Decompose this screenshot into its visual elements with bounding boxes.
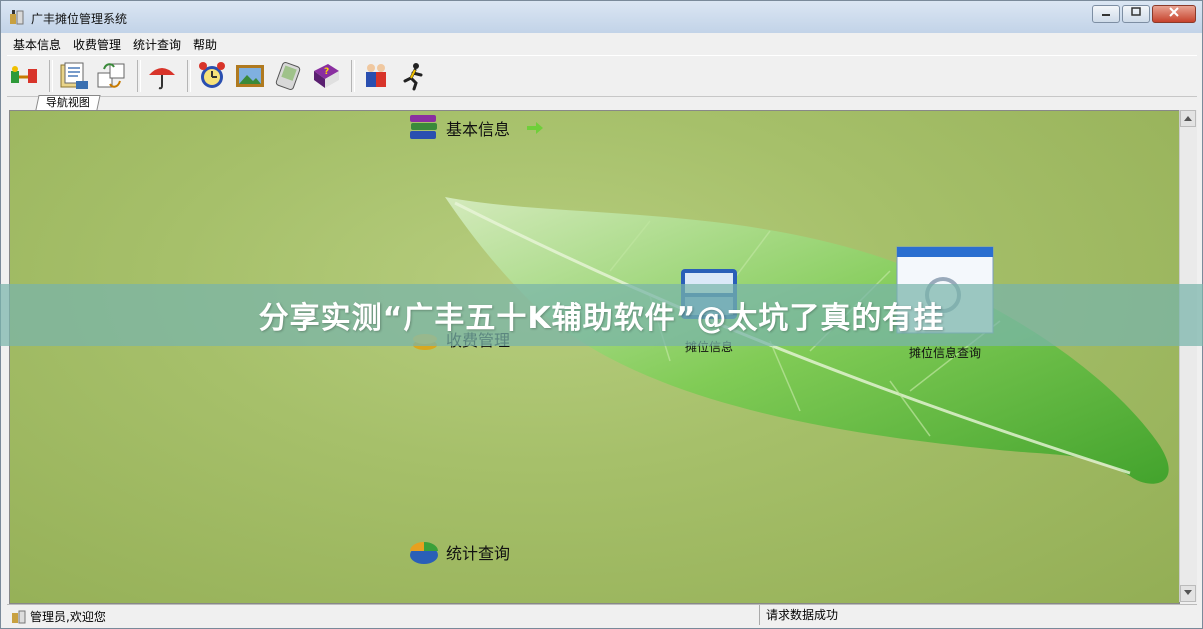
menu-stats-query[interactable]: 统计查询 xyxy=(127,34,187,54)
toolbar-documents-button[interactable] xyxy=(57,59,91,93)
toolbar-picture-button[interactable] xyxy=(233,59,267,93)
toolbar: ? xyxy=(7,55,1197,97)
nav-basic-info[interactable]: 基本信息 xyxy=(408,113,544,143)
umbrella-icon xyxy=(149,68,175,90)
leaf-background-image xyxy=(445,197,1169,484)
chevron-down-icon xyxy=(1184,590,1192,595)
user-icon xyxy=(12,610,26,623)
toolbar-separator xyxy=(187,60,191,92)
scroll-up-button[interactable] xyxy=(1180,110,1196,127)
document-folder-icon xyxy=(60,62,88,89)
status-user-text: 管理员,欢迎您 xyxy=(30,610,106,624)
toolbar-connect-button[interactable] xyxy=(7,59,41,93)
scroll-down-button[interactable] xyxy=(1180,585,1196,602)
toolbar-exit-button[interactable] xyxy=(397,59,431,93)
banner-text: 分享实测“广丰五十K辅助软件”@太坑了真的有挂 xyxy=(258,301,945,336)
menu-basic-info[interactable]: 基本信息 xyxy=(7,34,67,54)
close-button[interactable] xyxy=(1152,5,1196,23)
arrow-right-icon xyxy=(527,122,544,134)
users-icon xyxy=(366,64,386,87)
status-bar: 管理员,欢迎您 请求数据成功 xyxy=(7,604,1197,625)
toolbar-users-button[interactable] xyxy=(359,59,393,93)
nav-stats-query[interactable]: 统计查询 xyxy=(408,537,510,567)
nav-stats-query-label: 统计查询 xyxy=(446,544,511,563)
vertical-scrollbar[interactable] xyxy=(1179,110,1197,602)
toolbar-separator xyxy=(49,60,53,92)
minimize-button[interactable] xyxy=(1092,5,1120,23)
toolbar-umbrella-button[interactable] xyxy=(145,59,179,93)
picture-frame-icon xyxy=(236,65,264,87)
alarm-clock-icon xyxy=(199,62,225,88)
tab-nav-view-label: 导航视图 xyxy=(45,96,90,109)
tab-nav-view[interactable]: 导航视图 xyxy=(35,95,101,110)
minimize-icon xyxy=(1102,14,1110,16)
status-message: 请求数据成功 xyxy=(759,605,838,625)
menu-bar: 基本信息 收费管理 统计查询 帮助 xyxy=(7,34,223,54)
menu-help[interactable]: 帮助 xyxy=(187,34,223,54)
maximize-button[interactable] xyxy=(1122,5,1150,23)
pie-chart-icon xyxy=(410,542,438,564)
toolbar-separator xyxy=(137,60,141,92)
svg-text:?: ? xyxy=(324,67,329,77)
maximize-icon xyxy=(1131,7,1141,16)
close-icon xyxy=(1169,7,1179,17)
toolbar-alarm-button[interactable] xyxy=(195,59,229,93)
navigation-canvas: 基本信息 摊位信息 摊位信息查询 收费管理 xyxy=(9,110,1180,604)
nav-stall-info-query-label: 摊位信息查询 xyxy=(908,346,981,360)
nav-basic-info-label: 基本信息 xyxy=(446,120,511,139)
toolbar-handheld-button[interactable] xyxy=(271,59,305,93)
handheld-device-icon xyxy=(275,61,301,91)
running-man-icon xyxy=(403,63,423,91)
menu-fee-management[interactable]: 收费管理 xyxy=(67,34,127,54)
window-title: 广丰摊位管理系统 xyxy=(31,12,128,26)
app-icon xyxy=(10,10,24,25)
help-book-icon: ? xyxy=(314,64,339,88)
toolbar-separator xyxy=(351,60,355,92)
title-bar[interactable]: 广丰摊位管理系统 xyxy=(1,1,1202,33)
chevron-up-icon xyxy=(1184,116,1192,121)
books-stack-icon xyxy=(410,115,437,139)
overlay-banner: 分享实测“广丰五十K辅助软件”@太坑了真的有挂 xyxy=(0,284,1203,346)
toolbar-transfer-button[interactable] xyxy=(95,59,129,93)
tab-strip: 导航视图 xyxy=(7,95,1197,110)
connect-icon xyxy=(11,66,37,83)
toolbar-help-book-button[interactable]: ? xyxy=(309,59,343,93)
transfer-icon xyxy=(97,63,125,88)
